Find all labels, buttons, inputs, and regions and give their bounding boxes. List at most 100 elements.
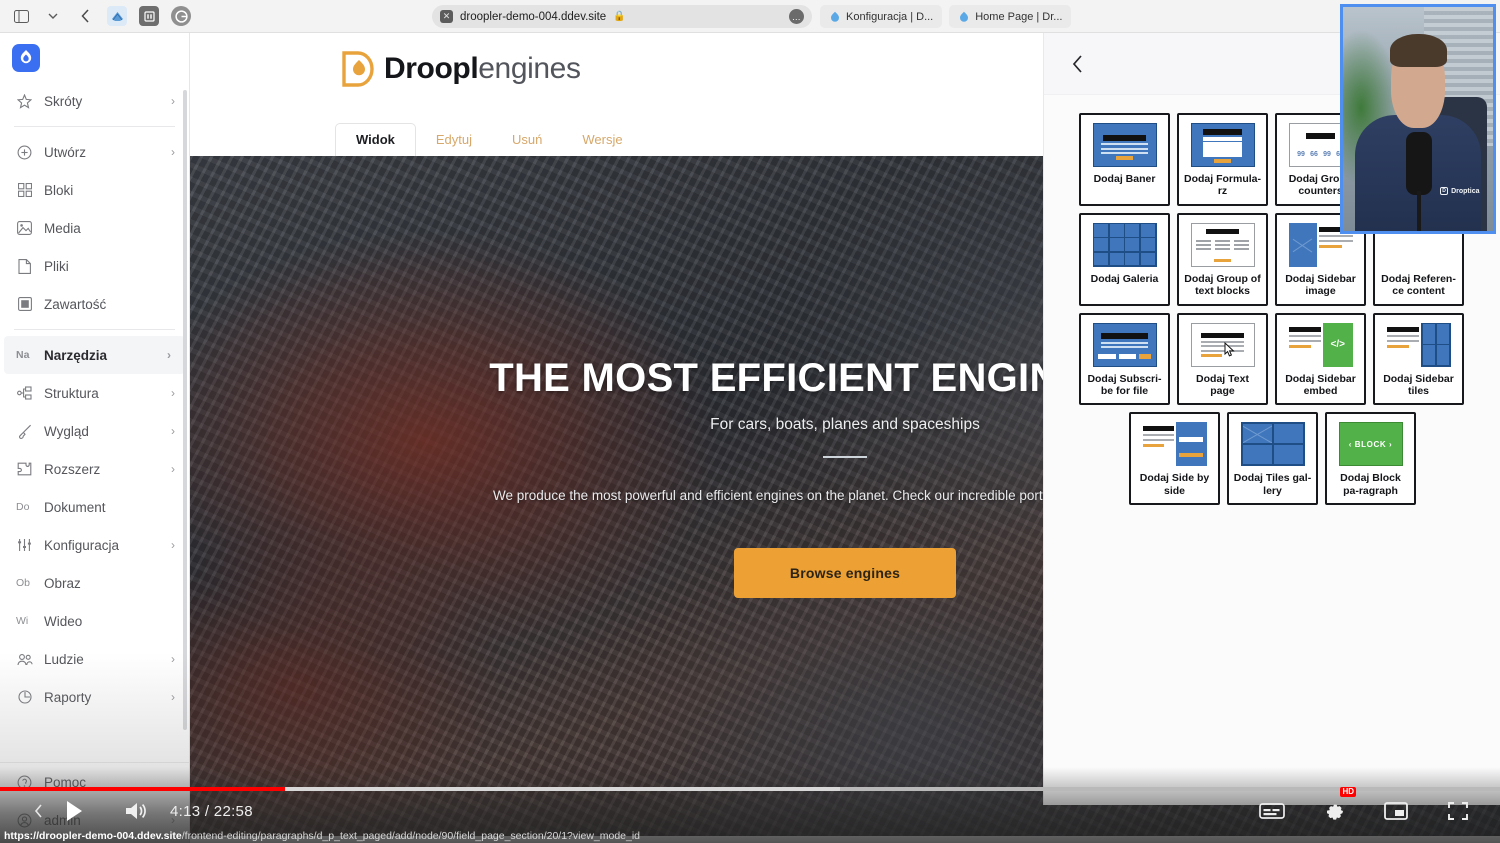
volume-icon[interactable]	[116, 791, 156, 831]
previous-icon[interactable]	[22, 791, 54, 831]
sidebar-item-narzedzia[interactable]: Na Narzędzia ›	[4, 336, 185, 374]
add-baner-tile[interactable]: Dodaj Baner	[1079, 113, 1170, 206]
add-sidebar-tiles-tile[interactable]: Dodaj Sidebar tiles	[1373, 312, 1464, 406]
tile-label: Dodaj Subscri-be for file	[1087, 372, 1162, 397]
droptica-watermark-text: Droptica	[1451, 187, 1480, 195]
tile-label: Dodaj Tiles gal-lery	[1233, 472, 1312, 497]
sidebar-item-zawartosc[interactable]: Zawartość	[0, 285, 189, 323]
sidebar-item-bloki[interactable]: Bloki	[0, 171, 189, 209]
play-icon[interactable]	[54, 791, 94, 831]
microphone-icon	[1406, 132, 1432, 196]
sidebar-item-wyglad[interactable]: Wygląd ›	[0, 412, 189, 450]
sidebar-item-label: Zawartość	[44, 296, 107, 312]
sidebar-item-raporty[interactable]: Raporty ›	[0, 678, 189, 716]
fullscreen-icon[interactable]	[1438, 791, 1478, 831]
address-bar[interactable]: ✕ droopler-demo-004.ddev.site 🔒 …	[432, 5, 812, 28]
extension-pocket-icon[interactable]	[136, 4, 162, 28]
sidebar-item-dokument[interactable]: Do Dokument	[0, 488, 189, 526]
sidebar-item-label: Skróty	[44, 93, 83, 109]
back-chevron-icon[interactable]	[1064, 51, 1090, 77]
brand-bold: Droopl	[384, 52, 479, 85]
sidebar-scrollbar[interactable]	[183, 90, 187, 730]
brand-light: engines	[478, 52, 581, 85]
lock-icon: 🔒	[613, 11, 626, 22]
file-icon	[16, 258, 33, 275]
sidebar-item-label: Wygląd	[44, 423, 89, 439]
chevron-right-icon: ›	[171, 424, 175, 438]
sidebar-item-struktura[interactable]: Struktura ›	[0, 374, 189, 412]
sidebar-item-obraz[interactable]: Ob Obraz	[0, 564, 189, 602]
sidebar-item-wideo[interactable]: Wi Wideo	[0, 602, 189, 640]
site-logo[interactable]: Drooplengines	[340, 51, 581, 87]
sidebar-item-label: Bloki	[44, 182, 74, 198]
sidebar-item-prefix: Do	[16, 501, 30, 513]
quality-badge: HD	[1340, 787, 1356, 797]
form-thumb	[1190, 123, 1255, 167]
chevron-right-icon: ›	[171, 462, 175, 476]
sidebar-item-label: Media	[44, 220, 81, 236]
subtitles-icon[interactable]	[1252, 791, 1292, 831]
text-blocks-thumb	[1190, 222, 1255, 267]
sidebar-item-rozszerz[interactable]: Rozszerz ›	[0, 450, 189, 488]
counter-value: 66	[1310, 150, 1318, 158]
blocks-icon	[16, 182, 33, 199]
browse-engines-button[interactable]: Browse engines	[733, 548, 957, 598]
tab-wersje[interactable]: Wersje	[562, 124, 642, 156]
hero-divider	[823, 456, 867, 458]
sidebar-item-label: Rozszerz	[44, 461, 101, 477]
sidebar-item-prefix: Ob	[16, 577, 31, 589]
sidebar-item-pliki[interactable]: Pliki	[0, 247, 189, 285]
text-page-thumb	[1190, 322, 1255, 367]
close-icon[interactable]: ✕	[440, 10, 453, 23]
chevron-right-icon: ›	[171, 538, 175, 552]
reports-icon	[16, 689, 33, 706]
miniplayer-icon[interactable]	[1376, 791, 1416, 831]
video-player-controls: 4:13 / 22:58 HD https://droopler-demo-00…	[0, 781, 1500, 843]
settings-icon[interactable]: HD	[1314, 787, 1356, 831]
add-block-paragraph-tile[interactable]: ‹ BLOCK › Dodaj Block pa-ragraph	[1325, 412, 1416, 505]
browser-tab[interactable]: Home Page | Dr...	[949, 5, 1072, 28]
sidebar-item-label: Utwórz	[44, 144, 87, 160]
status-host: https://droopler-demo-004.ddev.site	[4, 829, 182, 842]
browser-tab[interactable]: Konfiguracja | D...	[820, 5, 943, 28]
browser-tab-title: Home Page | Dr...	[975, 10, 1063, 23]
sidebar-item-media[interactable]: Media	[0, 209, 189, 247]
player-time: 4:13 / 22:58	[170, 802, 253, 820]
add-subscribe-for-file-tile[interactable]: Dodaj Subscri-be for file	[1079, 312, 1170, 406]
star-icon	[16, 93, 33, 110]
cursor-pointer-icon	[1224, 341, 1235, 357]
add-side-by-side-tile[interactable]: Dodaj Side by side	[1129, 412, 1220, 505]
more-icon[interactable]: …	[789, 9, 804, 24]
tile-label: Dodaj Sidebar tiles	[1383, 372, 1454, 397]
chevron-down-icon[interactable]	[40, 4, 66, 28]
sidebar-item-skroty[interactable]: Skróty ›	[0, 82, 189, 120]
back-icon[interactable]	[72, 4, 98, 28]
tile-label: Dodaj Formula-rz	[1183, 173, 1261, 198]
add-group-of-text-blocks-tile[interactable]: Dodaj Group of text blocks	[1177, 212, 1268, 306]
add-galeria-tile[interactable]: Dodaj Galeria	[1079, 212, 1170, 306]
code-glyph: </>	[1323, 322, 1353, 367]
extension-feedly-icon[interactable]	[104, 4, 130, 28]
extension-grammarly-icon[interactable]	[168, 4, 194, 28]
tile-label: Dodaj Sidebar embed	[1285, 372, 1356, 397]
drupal-logo[interactable]	[12, 44, 40, 72]
sliders-icon	[16, 537, 33, 554]
add-text-page-tile[interactable]: Dodaj Text page	[1177, 312, 1268, 406]
sidebar-item-ludzie[interactable]: Ludzie ›	[0, 640, 189, 678]
content-icon	[16, 296, 33, 313]
tab-usun[interactable]: Usuń	[492, 124, 562, 156]
sidebar-item-utworz[interactable]: Utwórz ›	[0, 133, 189, 171]
sidebar-divider	[14, 329, 175, 330]
chevron-right-icon: ›	[167, 348, 171, 362]
tab-widok[interactable]: Widok	[335, 123, 416, 156]
counter-value: 99	[1297, 150, 1305, 158]
sidebar-item-label: Pliki	[44, 258, 69, 274]
chevron-right-icon: ›	[171, 145, 175, 159]
add-tiles-gallery-tile[interactable]: Dodaj Tiles gal-lery	[1227, 412, 1318, 505]
sidebar-toggle-icon[interactable]	[8, 4, 34, 28]
status-path: /frontend-editing/paragraphs/d_p_text_pa…	[181, 829, 640, 842]
add-formularz-tile[interactable]: Dodaj Formula-rz	[1177, 113, 1268, 206]
sidebar-item-konfiguracja[interactable]: Konfiguracja ›	[0, 526, 189, 564]
add-sidebar-embed-tile[interactable]: </> Dodaj Sidebar embed	[1275, 312, 1366, 406]
tab-edytuj[interactable]: Edytuj	[416, 124, 492, 156]
